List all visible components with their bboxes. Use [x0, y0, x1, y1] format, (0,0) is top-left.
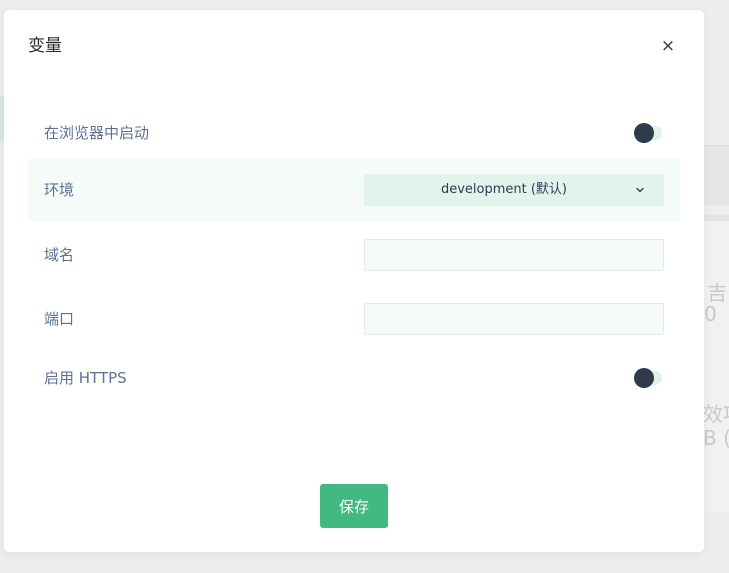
- enable-https-label: 启用 HTTPS: [44, 369, 127, 387]
- environment-row: 环境 development (默认): [28, 159, 680, 221]
- close-button[interactable]: ×: [658, 35, 678, 57]
- launch-in-browser-toggle[interactable]: [634, 123, 664, 143]
- port-input[interactable]: [364, 303, 664, 335]
- domain-row: 域名: [28, 224, 680, 286]
- enable-https-row: 启用 HTTPS: [28, 347, 680, 409]
- environment-label: 环境: [44, 181, 75, 199]
- port-row: 端口: [28, 288, 680, 350]
- save-button[interactable]: 保存: [320, 484, 388, 528]
- background-card: [704, 215, 729, 513]
- background-divider: [704, 145, 729, 146]
- toggle-knob: [634, 123, 654, 143]
- launch-in-browser-label: 在浏览器中启动: [44, 124, 150, 142]
- launch-in-browser-row: 在浏览器中启动: [28, 102, 680, 164]
- enable-https-toggle[interactable]: [634, 368, 664, 388]
- domain-input[interactable]: [364, 239, 664, 271]
- variables-dialog: 变量 × 在浏览器中启动 环境 development (默认) 域名 端口 启…: [4, 10, 704, 552]
- toggle-knob: [634, 368, 654, 388]
- chevron-down-icon: [636, 187, 644, 193]
- background-text: B (: [703, 426, 729, 450]
- background-panel: [704, 145, 729, 205]
- background-text: 效项: [703, 402, 729, 426]
- port-label: 端口: [44, 310, 75, 328]
- domain-label: 域名: [44, 246, 75, 264]
- environment-selected-value: development (默认): [440, 182, 568, 197]
- dialog-title: 变量: [28, 36, 62, 56]
- close-icon: ×: [660, 36, 676, 56]
- background-text: 0: [704, 302, 717, 326]
- environment-select[interactable]: development (默认): [364, 174, 664, 206]
